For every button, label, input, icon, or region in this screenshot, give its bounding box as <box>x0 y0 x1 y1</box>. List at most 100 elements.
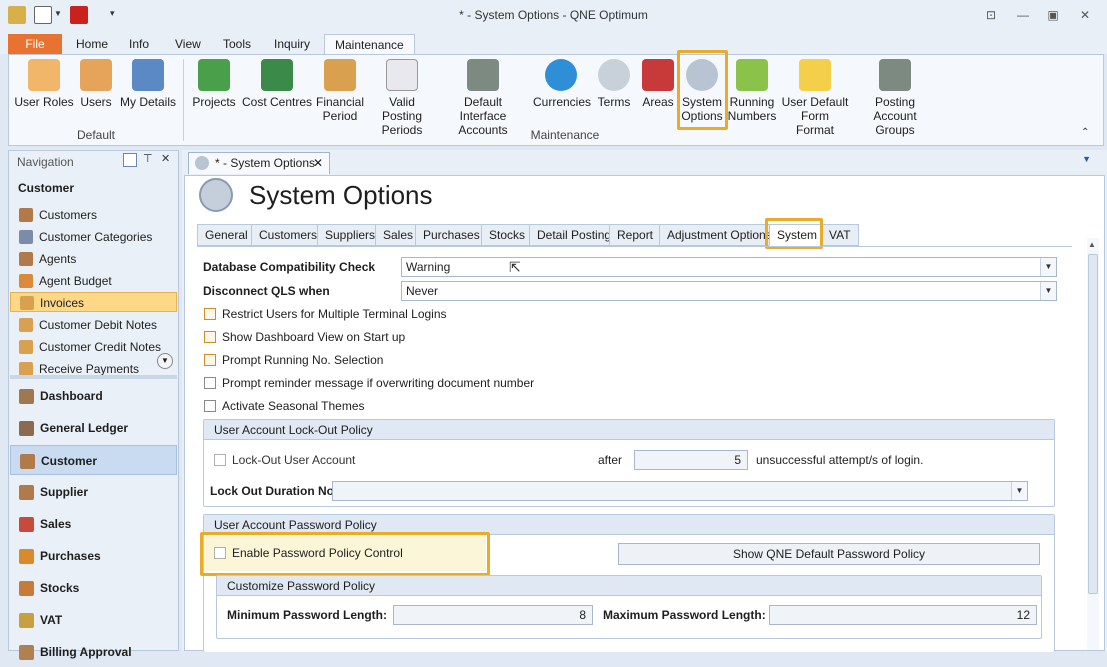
currencies-button[interactable]: Currencies <box>533 57 591 109</box>
close-icon[interactable]: ✕ <box>1074 6 1096 24</box>
module-billing-approval[interactable]: Billing Approval <box>10 637 177 667</box>
user-roles-button[interactable]: User Roles <box>13 57 75 109</box>
cost-centres-icon <box>261 59 293 91</box>
nav-layout-icon[interactable] <box>123 153 137 167</box>
nav-item-agent-budget[interactable]: Agent Budget <box>17 271 179 291</box>
module-dashboard[interactable]: Dashboard <box>10 381 177 411</box>
checkbox[interactable] <box>204 377 216 389</box>
lockout-duration-select[interactable]: ▼ <box>332 481 1028 501</box>
dashboard-icon <box>19 389 34 404</box>
lockout-attempts-input[interactable]: 5 <box>634 450 748 470</box>
restore-layout-icon[interactable]: ⊡ <box>980 6 1002 24</box>
module-label: Supplier <box>40 485 89 499</box>
tab-maintenance[interactable]: Maintenance <box>324 34 415 54</box>
user-default-form-format-button[interactable]: User Default Form Format <box>781 57 849 137</box>
expand-more-icon[interactable]: ▼ <box>157 353 173 369</box>
nav-item-customer-categories[interactable]: Customer Categories <box>17 227 179 247</box>
lockout-duration-label: Lock Out Duration No <box>210 484 334 498</box>
collapse-ribbon-icon[interactable]: ⌃ <box>1081 127 1089 138</box>
db-compat-select[interactable]: Warning ▼ <box>401 257 1057 277</box>
terms-button[interactable]: Terms <box>593 57 635 109</box>
checkbox[interactable] <box>204 400 216 412</box>
minimize-icon[interactable]: — <box>1012 6 1034 24</box>
scroll-up-icon[interactable]: ▲ <box>1088 240 1096 249</box>
tab-inquiry[interactable]: Inquiry <box>264 34 320 54</box>
tab-tools[interactable]: Tools <box>213 34 261 54</box>
lockout-checkbox-row[interactable]: Lock-Out User Account <box>214 452 355 470</box>
flag-icon <box>642 59 674 91</box>
tab-view[interactable]: View <box>165 34 211 54</box>
debit-note-icon <box>19 318 33 332</box>
valid-posting-periods-button[interactable]: Valid Posting Periods <box>369 57 435 137</box>
module-sales[interactable]: Sales <box>10 509 177 539</box>
prompt-reminder-checkbox-row[interactable]: Prompt reminder message if overwriting d… <box>204 375 534 393</box>
tab-report[interactable]: Report <box>609 224 662 246</box>
tab-info[interactable]: Info <box>119 34 159 54</box>
cost-centres-button[interactable]: Cost Centres <box>241 57 313 109</box>
posting-account-groups-button[interactable]: Posting Account Groups <box>853 57 937 137</box>
show-dashboard-checkbox-row[interactable]: Show Dashboard View on Start up <box>204 329 405 347</box>
checkbox[interactable] <box>214 454 226 466</box>
agent-icon <box>19 252 33 266</box>
tab-list-dropdown-icon[interactable]: ▼ <box>1082 154 1091 164</box>
tab-vat[interactable]: VAT <box>821 224 859 246</box>
show-default-policy-button[interactable]: Show QNE Default Password Policy <box>618 543 1040 565</box>
module-stocks[interactable]: Stocks <box>10 573 177 603</box>
button-label: Areas <box>642 95 674 109</box>
default-interface-accounts-button[interactable]: Default Interface Accounts <box>439 57 527 137</box>
scrollbar-thumb[interactable] <box>1088 254 1098 594</box>
tab-suppliers[interactable]: Suppliers <box>317 224 384 246</box>
seasonal-themes-checkbox-row[interactable]: Activate Seasonal Themes <box>204 398 365 416</box>
module-customer[interactable]: Customer <box>10 445 177 475</box>
nav-item-customer-debit-notes[interactable]: Customer Debit Notes <box>17 315 179 335</box>
button-label: Users <box>80 95 112 109</box>
button-label: Projects <box>192 95 236 109</box>
vertical-scrollbar[interactable]: ▲ <box>1087 238 1099 650</box>
tab-customers[interactable]: Customers <box>251 224 326 246</box>
areas-button[interactable]: Areas <box>637 57 679 109</box>
restrict-users-checkbox-row[interactable]: Restrict Users for Multiple Terminal Log… <box>204 306 447 324</box>
document-tab[interactable]: * - System Options ✕ <box>188 152 330 174</box>
group-label-default: Default <box>76 128 116 142</box>
disconnect-value: Never <box>406 284 439 298</box>
close-nav-icon[interactable]: ✕ <box>161 152 170 165</box>
gears-icon <box>195 156 209 170</box>
projects-button[interactable]: Projects <box>191 57 237 109</box>
nav-item-agents[interactable]: Agents <box>17 249 179 269</box>
chevron-down-icon[interactable]: ▼ <box>1040 282 1056 300</box>
nav-item-customer-credit-notes[interactable]: Customer Credit Notes <box>17 337 179 357</box>
checkbox-label: Prompt Running No. Selection <box>222 353 384 367</box>
tab-adjustment-options[interactable]: Adjustment Options <box>659 224 780 246</box>
max-length-input[interactable]: 12 <box>769 605 1037 625</box>
checkbox[interactable] <box>204 331 216 343</box>
tab-general[interactable]: General <box>197 224 256 246</box>
module-general-ledger[interactable]: General Ledger <box>10 413 177 443</box>
tab-detail-posting[interactable]: Detail Posting <box>529 224 620 246</box>
users-button[interactable]: Users <box>75 57 117 109</box>
tab-purchases[interactable]: Purchases <box>415 224 488 246</box>
checkbox[interactable] <box>204 354 216 366</box>
nav-item-label: Customer Credit Notes <box>39 340 162 354</box>
module-vat[interactable]: VAT <box>10 605 177 635</box>
nav-item-customers[interactable]: Customers <box>17 205 179 225</box>
min-length-input[interactable]: 8 <box>393 605 593 625</box>
my-details-button[interactable]: My Details <box>119 57 177 109</box>
chevron-down-icon[interactable]: ▼ <box>1011 482 1027 500</box>
chevron-down-icon[interactable]: ▼ <box>1040 258 1056 276</box>
tab-home[interactable]: Home <box>66 34 118 54</box>
tab-file[interactable]: File <box>8 34 62 54</box>
tab-stocks[interactable]: Stocks <box>481 224 534 246</box>
close-tab-icon[interactable]: ✕ <box>313 153 323 173</box>
maximize-icon[interactable]: ▣ <box>1042 6 1064 24</box>
pin-icon[interactable]: ⊤ <box>143 152 153 165</box>
checkbox[interactable] <box>204 308 216 320</box>
splitter[interactable] <box>10 375 177 379</box>
prompt-running-no-checkbox-row[interactable]: Prompt Running No. Selection <box>204 352 383 370</box>
financial-period-button[interactable]: Financial Period <box>313 57 367 123</box>
running-numbers-button[interactable]: Running Numbers <box>727 57 777 123</box>
min-length-label: Minimum Password Length: <box>227 608 388 622</box>
module-supplier[interactable]: Supplier <box>10 477 177 507</box>
nav-item-invoices[interactable]: Invoices <box>10 292 177 312</box>
disconnect-select[interactable]: Never ▼ <box>401 281 1057 301</box>
module-purchases[interactable]: Purchases <box>10 541 177 571</box>
